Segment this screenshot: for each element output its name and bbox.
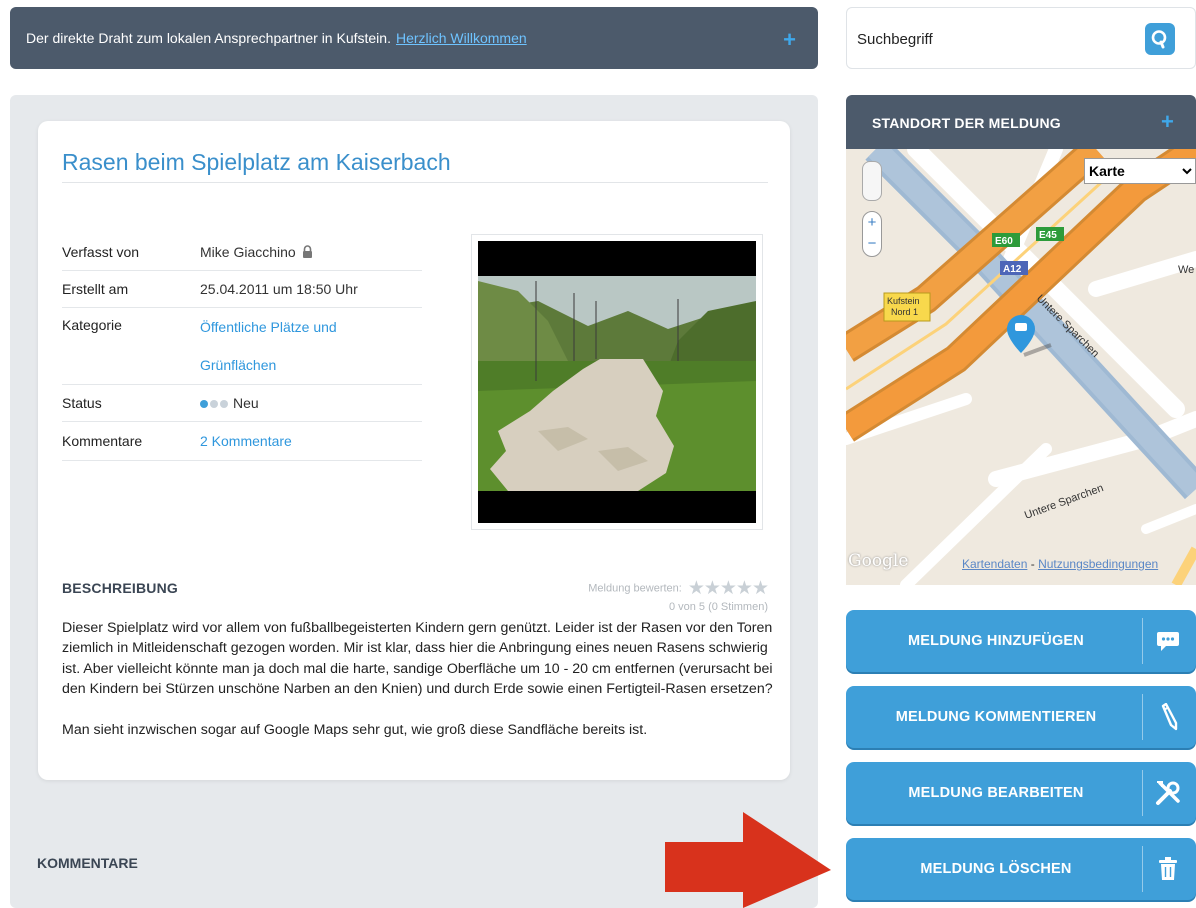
button-separator: [1142, 694, 1143, 740]
edit-report-label: MELDUNG BEARBEITEN: [908, 785, 1084, 801]
status-text: Neu: [233, 395, 259, 411]
map-zoom-control[interactable]: + −: [862, 211, 882, 257]
banner-expand-icon[interactable]: +: [783, 27, 796, 53]
button-separator: [1142, 846, 1143, 892]
add-report-button[interactable]: MELDUNG HINZUFÜGEN: [846, 610, 1196, 672]
category-line-2[interactable]: Grünflächen: [200, 357, 276, 373]
add-report-label: MELDUNG HINZUFÜGEN: [908, 633, 1084, 649]
info-row-author: Verfasst von Mike Giacchino: [62, 234, 422, 271]
category-line-1[interactable]: Öffentliche Plätze und: [200, 319, 337, 335]
map-canvas: E60 E45 A12 Kufstein Nord 1 Untere Sparc…: [846, 149, 1196, 585]
map-label-kufstein: Kufstein: [887, 296, 920, 306]
map-credit-separator: -: [1027, 557, 1039, 571]
rating-count: 0 von 5 (0 Stimmen): [668, 601, 768, 613]
report-card: Rasen beim Spielplatz am Kaiserbach Verf…: [38, 121, 790, 780]
edit-report-button[interactable]: MELDUNG BEARBEITEN: [846, 762, 1196, 824]
terms-link[interactable]: Nutzungsbedingungen: [1038, 557, 1158, 571]
annotation-arrow-icon: [665, 812, 831, 908]
comment-report-label: MELDUNG KOMMENTIEREN: [895, 709, 1097, 725]
info-row-comments: Kommentare 2 Kommentare: [62, 422, 422, 461]
author-value: Mike Giacchino: [200, 244, 422, 260]
comments-heading: KOMMENTARE: [37, 855, 138, 871]
delete-report-label: MELDUNG LÖSCHEN: [920, 861, 1072, 877]
pencil-icon: [1150, 700, 1186, 734]
delete-report-button[interactable]: MELDUNG LÖSCHEN: [846, 838, 1196, 900]
report-title: Rasen beim Spielplatz am Kaiserbach: [62, 149, 451, 175]
location-panel: STANDORT DER MELDUNG + E60 E45 A12 Kufst…: [846, 95, 1196, 585]
description-text: Dieser Spielplatz wird vor allem von fuß…: [62, 618, 774, 740]
status-label: Status: [62, 395, 102, 411]
top-banner: Der direkte Draht zum lokalen Ansprechpa…: [10, 7, 818, 69]
map-label-e60: E60: [995, 236, 1013, 247]
button-separator: [1142, 770, 1143, 816]
info-row-created: Erstellt am 25.04.2011 um 18:50 Uhr: [62, 271, 422, 308]
main-content: Rasen beim Spielplatz am Kaiserbach Verf…: [10, 95, 818, 908]
search-icon: [1151, 30, 1167, 49]
street-view-pegman-icon[interactable]: [862, 161, 882, 201]
map-view[interactable]: E60 E45 A12 Kufstein Nord 1 Untere Sparc…: [846, 149, 1196, 585]
rating-widget: Meldung bewerten: ★★★★★ 0 von 5 (0 Stimme…: [588, 577, 769, 613]
status-dot: [220, 400, 228, 409]
author-label: Verfasst von: [62, 244, 140, 260]
report-info-table: Verfasst von Mike Giacchino Erstellt am …: [62, 234, 422, 461]
description-heading: BESCHREIBUNG: [62, 580, 178, 596]
map-type-select[interactable]: Karte: [1084, 158, 1196, 184]
status-value: Neu: [200, 395, 422, 411]
location-expand-icon[interactable]: +: [1161, 109, 1174, 135]
google-logo: Google: [848, 551, 909, 571]
info-row-status: Status Neu: [62, 385, 422, 422]
zoom-out-icon[interactable]: −: [863, 233, 881, 254]
created-value: 25.04.2011 um 18:50 Uhr: [200, 281, 358, 297]
map-credits: Kartendaten - Nutzungsbedingungen: [962, 557, 1158, 571]
banner-text: Der direkte Draht zum lokalen Ansprechpa…: [26, 30, 391, 46]
speech-bubble-icon: [1150, 624, 1186, 658]
category-link[interactable]: Öffentliche Plätze und Grünflächen: [200, 308, 422, 384]
trash-icon: [1150, 852, 1186, 886]
map-label-a12: A12: [1003, 264, 1022, 275]
status-dot: [210, 400, 218, 409]
report-photo[interactable]: [471, 234, 763, 530]
map-label-e45: E45: [1039, 230, 1057, 241]
status-progress-dots: [200, 400, 228, 409]
author-name: Mike Giacchino: [200, 244, 296, 260]
rating-stars[interactable]: ★★★★★: [688, 578, 769, 599]
location-heading-text: STANDORT DER MELDUNG: [872, 115, 1061, 131]
description-paragraph: Dieser Spielplatz wird vor allem von fuß…: [62, 620, 773, 698]
title-divider: [62, 182, 768, 183]
map-data-link[interactable]: Kartendaten: [962, 557, 1027, 571]
comments-label: Kommentare: [62, 433, 143, 449]
comments-link[interactable]: 2 Kommentare: [200, 422, 422, 460]
search-input[interactable]: [857, 25, 1137, 53]
map-label-nord: Nord 1: [891, 307, 918, 317]
zoom-in-icon[interactable]: +: [863, 212, 881, 233]
category-label: Kategorie: [62, 317, 122, 333]
lock-icon: [302, 245, 312, 258]
created-label: Erstellt am: [62, 281, 129, 297]
playground-photo: [478, 241, 756, 523]
welcome-link[interactable]: Herzlich Willkommen: [396, 30, 527, 46]
search-box: [846, 7, 1196, 69]
map-label-street-edge: We: [1178, 264, 1194, 276]
photo-frame: [478, 241, 756, 523]
rating-label: Meldung bewerten:: [588, 582, 682, 595]
description-paragraph: Man sieht inzwischen sogar auf Google Ma…: [62, 721, 648, 738]
comment-report-button[interactable]: MELDUNG KOMMENTIEREN: [846, 686, 1196, 748]
info-row-category: Kategorie Öffentliche Plätze und Grünflä…: [62, 308, 422, 385]
tools-icon: [1150, 776, 1186, 810]
location-heading: STANDORT DER MELDUNG +: [846, 95, 1196, 149]
button-separator: [1142, 618, 1143, 664]
search-button[interactable]: [1145, 23, 1175, 55]
status-dot: [200, 400, 208, 409]
